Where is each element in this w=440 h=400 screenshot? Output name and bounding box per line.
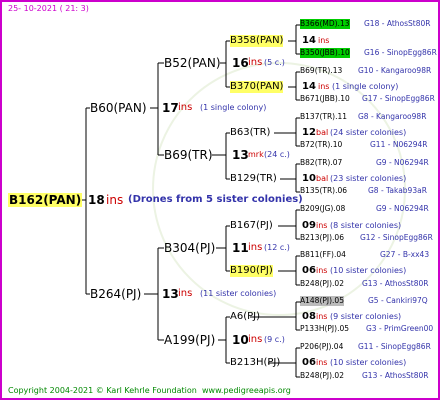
gen5-reference: G12 - SinopEgg86R [360,233,433,242]
gen5-queen[interactable]: B811(FF).04 [300,250,346,260]
gen3-note: (12 c.) [264,243,290,252]
gen5-reference: G27 - B-xx43 [380,250,430,259]
gen4-queen[interactable]: B358(PAN) [230,35,284,47]
gen5-reference: G3 - PrimGreen00 [366,324,434,333]
gen4-note: (23 sister colonies) [330,174,407,183]
sire-ins: ins [178,102,193,113]
gen4-ins: ins [318,82,330,91]
gen4-count: 10 [302,173,316,184]
gen5-reference: G16 - SinopEgg86R [364,48,437,57]
gen4-note: (8 sister colonies) [330,221,402,230]
gen5-queen[interactable]: B248(PJ).02 [300,371,344,381]
gen4-ins: bal [316,128,329,137]
gen4-count: 14 [302,35,316,46]
gen5-queen[interactable]: B350(JBB).10 [300,48,350,58]
gen3-count: 10 [232,333,249,347]
sire-note: (1 single colony) [200,103,267,112]
gen3-queen[interactable]: B69(TR) [164,148,213,162]
report-date: 25- 10-2021 ( 21: 3) [8,4,89,13]
gen5-reference: G8 - Kangaroo98R [358,112,427,121]
gen4-ins: ins [316,221,328,230]
gen5-reference: G9 - N06294R [376,158,429,167]
gen5-reference: G18 - AthosSt80R [364,19,431,28]
gen5-queen[interactable]: B72(TR).10 [300,140,342,150]
gen5-reference: G13 - AthosSt80R [362,371,429,380]
gen5-queen[interactable]: P133H(PJ).05 [300,324,349,334]
gen5-reference: G13 - AthosSt80R [362,279,429,288]
gen4-count: 08 [302,311,316,322]
gen4-ins: bal [316,174,329,183]
gen5-queen[interactable]: P206(PJ).04 [300,342,343,352]
dam-queen[interactable]: B264(PJ) [90,287,141,301]
gen5-queen[interactable]: B82(TR).07 [300,158,342,168]
gen3-count: 11 [232,241,249,255]
gen4-ins: ins [316,266,328,275]
root-generation-count: 18 [88,193,105,207]
gen5-reference: G8 - Takab93aR [368,186,427,195]
gen4-ins: ins [316,358,328,367]
gen5-queen[interactable]: A148(PJ).05 [300,296,344,306]
dam-count: 13 [162,287,179,301]
gen5-reference: G9 - N06294R [376,204,429,213]
gen5-queen[interactable]: B137(TR).11 [300,112,347,122]
gen3-note: (5 c.) [264,58,285,67]
sire-count: 17 [162,101,179,115]
gen5-queen[interactable]: B135(TR).06 [300,186,347,196]
gen3-ins: ins [248,57,263,68]
gen4-ins: ins [318,36,330,45]
gen4-queen[interactable]: B213H(PJ) [230,357,280,369]
gen4-queen[interactable]: B167(PJ) [230,220,273,232]
gen4-count: 14 [302,81,316,92]
gen3-queen[interactable]: B52(PAN) [164,56,221,70]
dam-note: (11 sister colonies) [200,289,277,298]
gen3-ins: ins [248,334,263,345]
gen3-count: 16 [232,56,249,70]
gen3-note: (9 c.) [264,335,285,344]
gen5-reference: G10 - Kangaroo98R [358,66,432,75]
gen3-queen[interactable]: A199(PJ) [164,333,215,347]
gen4-queen[interactable]: B129(TR) [230,173,277,185]
gen4-ins: ins [316,312,328,321]
gen5-queen[interactable]: B248(PJ).02 [300,279,344,289]
website-link[interactable]: www.pedigreeapis.org [202,386,291,396]
gen5-queen[interactable]: B69(TR).13 [300,66,342,76]
gen3-note: (24 c.) [264,150,290,159]
gen4-note: (10 sister colonies) [330,358,407,367]
gen5-queen[interactable]: B209(JG).08 [300,204,345,214]
gen5-reference: G11 - SinopEgg86R [358,342,431,351]
gen4-note: (9 sister colonies) [330,312,402,321]
gen5-queen[interactable]: B366(MD).13 [300,19,350,29]
gen4-count: 09 [302,220,316,231]
gen4-note: (1 single colony) [332,82,399,91]
root-queen[interactable]: B162(PAN) [8,193,83,207]
root-ins-label: ins [106,193,124,207]
gen4-queen[interactable]: A6(PJ) [230,311,260,323]
gen4-count: 06 [302,265,316,276]
gen4-note: (10 sister colonies) [330,266,407,275]
gen4-queen[interactable]: B63(TR) [230,127,270,139]
dam-ins: ins [178,288,193,299]
gen4-queen[interactable]: B370(PAN) [230,81,284,93]
gen4-note: (24 sister colonies) [330,128,407,137]
copyright-text: Copyright 2004-2021 © Karl Kehrle Founda… [8,386,197,395]
gen4-count: 12 [302,127,316,138]
pedigree-frame: { "header": { "date": "25- 10-2021 ( 21:… [0,0,440,400]
gen4-count: 06 [302,357,316,368]
gen3-queen[interactable]: B304(PJ) [164,241,215,255]
gen3-ins: ins [248,242,263,253]
sire-queen[interactable]: B60(PAN) [90,101,147,115]
gen3-count: 13 [232,148,249,162]
root-note: (Drones from 5 sister colonies) [128,194,303,205]
gen4-queen[interactable]: B190(PJ) [230,265,273,277]
gen3-ins: mrk [248,150,264,159]
gen5-reference: G11 - N06294R [370,140,428,149]
gen5-queen[interactable]: B671(JBB).10 [300,94,350,104]
gen5-queen[interactable]: B213(PJ).06 [300,233,344,243]
gen5-reference: G17 - SinopEgg86R [362,94,435,103]
gen5-reference: G5 - Cankiri97Q [368,296,428,305]
